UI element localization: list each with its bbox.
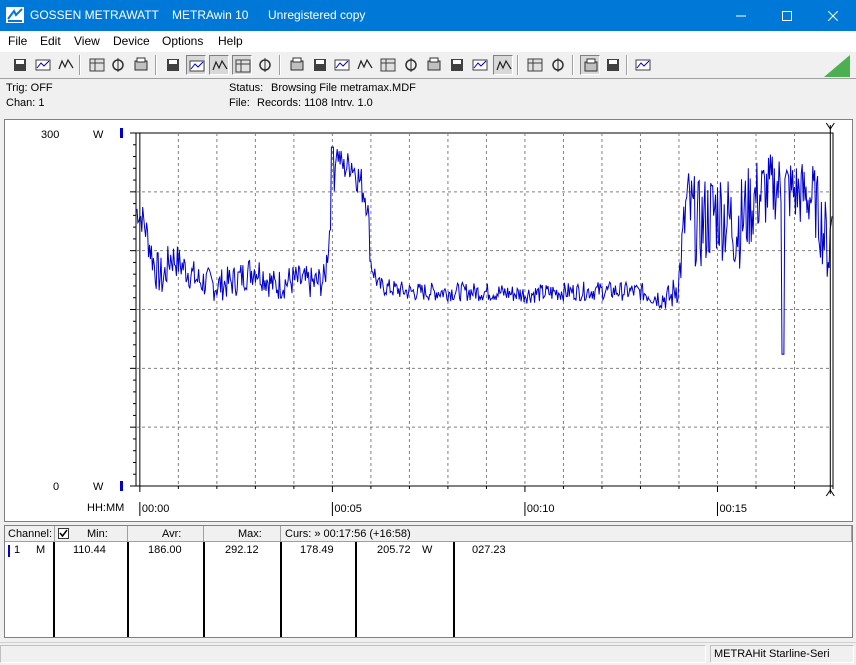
channel-scale-marker (120, 128, 123, 138)
x-tick-label: 00:10 (527, 503, 555, 515)
waveform-icon[interactable] (186, 55, 206, 75)
header-channel: Channel: (5, 526, 55, 542)
crosshair-icon[interactable] (209, 55, 229, 75)
channel-number: 1 (14, 544, 21, 556)
chart-panel[interactable]: 300 0 W W HH:MM 00:00 00:05 00:10 00:15 (4, 119, 853, 522)
smile-icon[interactable] (493, 55, 513, 75)
channel-mode: M (36, 544, 46, 556)
header-min: Min: (55, 526, 128, 542)
zoom-plot-icon[interactable] (580, 55, 600, 75)
status-pane-main (0, 645, 706, 663)
trigger-status: Trig: OFF (6, 82, 53, 94)
channel-table: Channel: Min: Avr: Max: Curs: » 00:17:56… (4, 525, 853, 638)
column-divider (203, 542, 205, 637)
y-axis-unit-label: W (93, 129, 104, 141)
filter1-icon[interactable] (401, 55, 421, 75)
toolbar-separator (279, 55, 281, 75)
device-write-icon[interactable] (108, 55, 128, 75)
cursor-value-b: 205.72 (377, 544, 411, 556)
device-status: METRAHit Starline-Seri (710, 645, 854, 663)
app-name: METRAwin 10 (172, 8, 249, 22)
print-preview-icon[interactable] (548, 55, 568, 75)
computer-icon[interactable] (355, 55, 375, 75)
x-axis-label: HH:MM (87, 502, 124, 514)
cursor-value-a: 178.49 (300, 544, 334, 556)
column-divider (453, 542, 455, 637)
min-value: 110.44 (73, 544, 106, 556)
print-icon[interactable] (525, 55, 545, 75)
file-value: Records: 1108 Intrv. 1.0 (257, 97, 373, 109)
window-icon[interactable] (287, 55, 307, 75)
cursor-unit: W (422, 544, 433, 556)
status-value: Browsing File metramax.MDF (271, 82, 416, 94)
menu-options[interactable]: Options (162, 34, 203, 48)
channel-color-marker (8, 545, 10, 557)
toolbar-separator (572, 55, 574, 75)
menu-view[interactable]: View (74, 34, 100, 48)
toolbar (0, 51, 856, 79)
y-axis-unit-label: W (93, 481, 104, 493)
toolbar-separator (517, 55, 519, 75)
status-info: Trig: OFF Chan: 1 Status: Browsing File … (0, 79, 856, 117)
channel-status: Chan: 1 (6, 97, 45, 109)
column-divider (53, 542, 55, 637)
list-icon[interactable] (332, 55, 352, 75)
filter3-icon[interactable] (447, 55, 467, 75)
app-logo-icon (6, 7, 24, 23)
x-tick-label: 00:15 (719, 503, 747, 515)
message-icon[interactable] (633, 55, 653, 75)
zoom-back-icon[interactable] (603, 55, 623, 75)
toolbar-separator (626, 55, 628, 75)
header-avr: Avr: (128, 526, 204, 542)
zoom-icon[interactable] (470, 55, 490, 75)
menu-edit[interactable]: Edit (40, 34, 61, 48)
menu-bar: File Edit View Device Options Help (0, 31, 856, 51)
checkmark-icon (59, 529, 68, 538)
registration-status: Unregistered copy (268, 8, 366, 22)
chart-svg[interactable]: 300 0 W W HH:MM 00:00 00:05 00:10 00:15 (5, 120, 852, 521)
window2-icon[interactable] (310, 55, 330, 75)
function-icon[interactable] (378, 55, 398, 75)
filter2-icon[interactable] (424, 55, 444, 75)
bar-graph-icon[interactable] (255, 55, 275, 75)
toolbar-separator (155, 55, 157, 75)
y-axis-min-label: 0 (53, 481, 59, 493)
app-brand: GOSSEN METRAWATT (30, 8, 159, 22)
device-read-icon[interactable] (87, 55, 107, 75)
channel-scale-marker (120, 481, 123, 491)
column-divider (127, 542, 129, 637)
column-divider (355, 542, 357, 637)
menu-help[interactable]: Help (218, 34, 243, 48)
x-tick-label: 00:05 (334, 503, 362, 515)
cursor-value-c: 027.23 (472, 544, 506, 556)
column-divider (280, 542, 282, 637)
save-as-icon[interactable] (33, 55, 53, 75)
table-icon[interactable] (232, 55, 252, 75)
max-value: 292.12 (225, 544, 259, 556)
toolbar-separator (79, 55, 81, 75)
file-label: File: (229, 97, 250, 109)
resize-corner-icon (824, 55, 850, 77)
save-icon[interactable] (10, 55, 30, 75)
y-axis-max-label: 300 (41, 129, 59, 141)
header-cursor: Curs: » 00:17:56 (+16:58) (281, 526, 852, 542)
menu-file[interactable]: File (8, 34, 27, 48)
maximize-button[interactable] (764, 0, 810, 31)
device-config-icon[interactable] (131, 55, 151, 75)
open-folder-icon[interactable] (56, 55, 76, 75)
keyboard-icon[interactable] (163, 55, 183, 75)
channel-checkbox[interactable] (58, 528, 69, 539)
x-tick-label: 00:00 (142, 503, 170, 515)
title-bar: GOSSEN METRAWATT METRAwin 10 Unregistere… (0, 0, 856, 31)
close-button[interactable] (810, 0, 856, 31)
status-label: Status: (229, 82, 264, 94)
avr-value: 186.00 (148, 544, 182, 556)
header-max: Max: (204, 526, 281, 542)
status-bar: METRAHit Starline-Seri (0, 642, 856, 665)
menu-device[interactable]: Device (113, 34, 150, 48)
minimize-button[interactable] (718, 0, 764, 31)
